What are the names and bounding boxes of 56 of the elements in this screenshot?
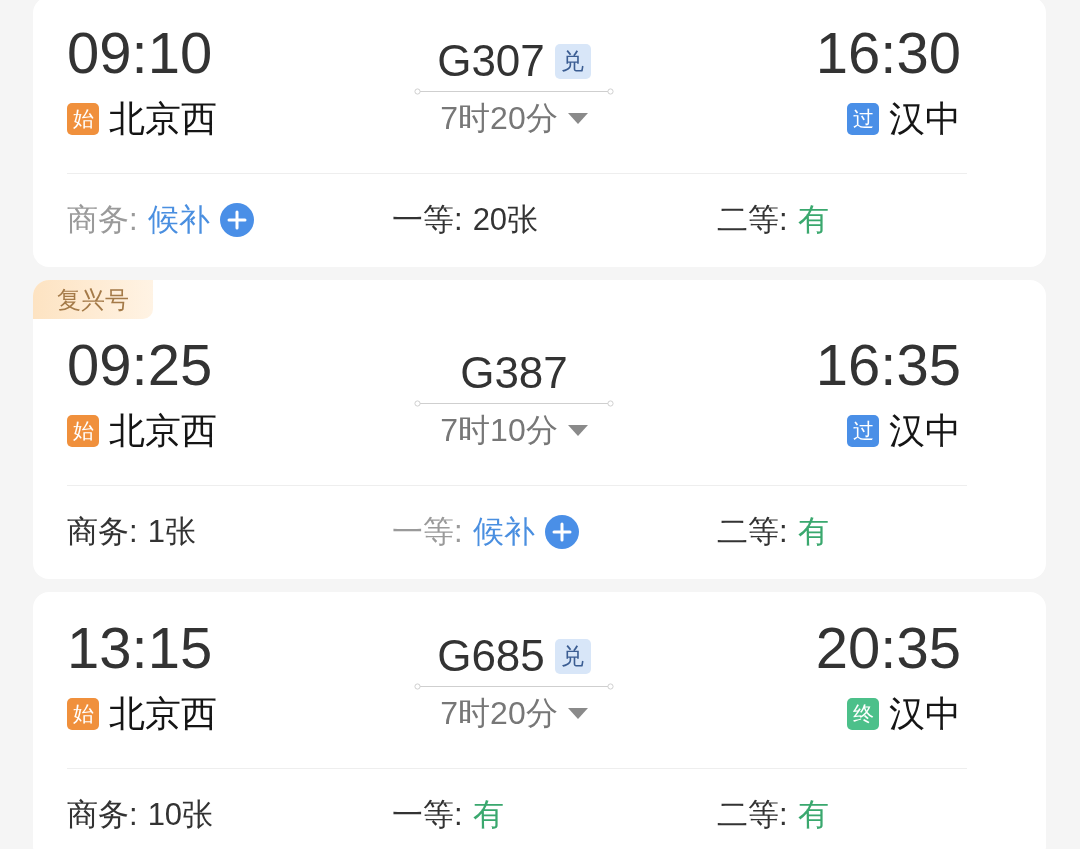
duration-button[interactable]: 7时20分 (440, 693, 588, 733)
seat-availability: 有 (797, 201, 829, 239)
station-type-badge: 终 (847, 698, 879, 730)
caret-icon (567, 707, 588, 719)
station-type-badge: 始 (67, 415, 99, 447)
arrival-time: 16:35 (815, 333, 961, 397)
station-type-badge: 始 (67, 103, 99, 135)
route-line-icon (414, 88, 614, 95)
seat-class-label: 二等: (717, 796, 788, 834)
train-number: G307 (437, 36, 545, 86)
plus-circle-icon[interactable] (219, 203, 254, 237)
train-card[interactable]: 13:15 始 北京西 G685 兑 7时20分 20:35 终 汉中 商务: 10张 一等: 有 二等: 有 (33, 592, 1046, 849)
seat-availability: 有 (472, 796, 504, 834)
seat-class-label: 一等: (392, 796, 463, 834)
departure-time: 09:10 (67, 21, 214, 85)
exchange-badge: 兑 (554, 43, 591, 79)
departure-time: 09:25 (67, 333, 214, 397)
caret-icon (567, 112, 588, 124)
seat-availability: 10张 (147, 796, 214, 834)
seat-class-label: 一等: (392, 201, 463, 239)
train-number: G387 (460, 348, 568, 398)
seat-availability: 候补 (147, 201, 210, 239)
route-line-icon (414, 400, 614, 407)
caret-icon (567, 424, 588, 436)
train-card[interactable]: 09:10 始 北京西 G307 兑 7时20分 16:30 过 汉中 商务: 候补 一等: 20张 二等: 有 (33, 0, 1046, 267)
station-type-badge: 始 (67, 698, 99, 730)
duration-button[interactable]: 7时20分 (440, 98, 588, 138)
seat-class-label: 商务: (67, 201, 138, 239)
seat-class-label: 二等: (717, 513, 788, 551)
plus-circle-icon[interactable] (544, 515, 579, 549)
duration-button[interactable]: 7时10分 (440, 410, 588, 450)
train-number: G685 (437, 631, 545, 681)
seat-availability: 20张 (472, 201, 539, 239)
seat-availability: 有 (797, 796, 829, 834)
station-name: 北京西 (109, 694, 217, 734)
train-card[interactable]: 复兴号 09:25 始 北京西 G387 7时10分 16:35 过 汉中 商务: 1张 一等: 候补 二等: 有 (33, 280, 1046, 579)
station-name: 汉中 (889, 411, 961, 451)
seat-class-label: 商务: (67, 796, 138, 834)
departure-time: 13:15 (67, 616, 214, 680)
station-name: 北京西 (109, 99, 217, 139)
station-name: 汉中 (889, 99, 961, 139)
arrival-time: 16:30 (815, 21, 961, 85)
exchange-badge: 兑 (554, 638, 591, 674)
train-type-tag: 复兴号 (33, 280, 153, 319)
seat-class-label: 一等: (392, 513, 463, 551)
station-name: 北京西 (109, 411, 217, 451)
station-type-badge: 过 (847, 415, 879, 447)
seat-availability: 有 (797, 513, 829, 551)
arrival-time: 20:35 (815, 616, 961, 680)
station-name: 汉中 (889, 694, 961, 734)
seat-availability: 候补 (472, 513, 535, 551)
seat-availability: 1张 (147, 513, 196, 551)
route-line-icon (414, 683, 614, 690)
seat-class-label: 二等: (717, 201, 788, 239)
station-type-badge: 过 (847, 103, 879, 135)
seat-class-label: 商务: (67, 513, 138, 551)
